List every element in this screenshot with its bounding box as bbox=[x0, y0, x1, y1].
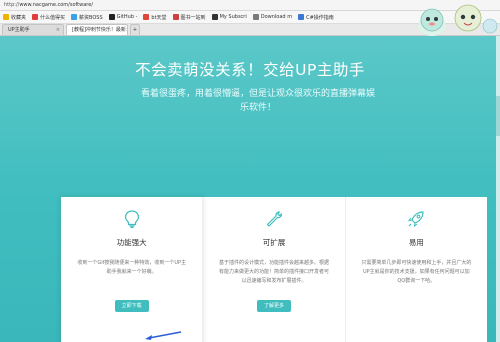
bookmark-item[interactable]: 什么值得买 bbox=[32, 14, 65, 21]
hero-subtitle: 看着很蛋疼，用着很懵逼，但是让观众很欢乐的直播弹幕娱乐软件！ bbox=[140, 89, 375, 113]
bookmark-item[interactable]: C#操作指南 bbox=[298, 14, 334, 21]
scroll-thumb[interactable] bbox=[496, 96, 500, 136]
lightbulb-icon bbox=[124, 210, 139, 229]
github-icon bbox=[108, 14, 115, 20]
feature-description: 只需要简单几步即可快速使用和上手，并且广大的UP主就是你的技术支援，如果有任何问… bbox=[361, 260, 472, 284]
bookmark-label: GitHub - bbox=[116, 14, 138, 20]
tab-label: UP主助手 bbox=[8, 27, 30, 33]
site-icon bbox=[32, 14, 39, 20]
site-icon bbox=[252, 14, 259, 20]
url-text: www.nacgame.com/software/ bbox=[19, 2, 94, 8]
bookmark-item[interactable]: bt天堂 bbox=[143, 14, 167, 21]
bookmark-label: C#操作指南 bbox=[306, 14, 334, 21]
bookmark-item[interactable]: 薪资BOSS bbox=[71, 14, 103, 21]
v-icon bbox=[211, 14, 218, 20]
hero-title: 不会卖萌没关系！交给UP主助手 bbox=[135, 61, 365, 79]
feature-card: 功能强大收到一个Gif按我随便来一种特效，收到一个UP主助手我就来一个好萌。 立即… bbox=[61, 197, 204, 342]
feature-card: 可扩展基于插件的设计模式，功能插件会越来越多。根据有能力来做更大的功能！简单的插… bbox=[203, 197, 346, 342]
wrench-icon bbox=[266, 211, 283, 227]
bookmark-item[interactable]: 收藏夹 bbox=[3, 14, 26, 21]
bookmark-label: 薪资BOSS bbox=[79, 14, 103, 21]
new-tab-button[interactable]: + bbox=[130, 24, 140, 35]
bookmark-item[interactable]: 图书一站到 bbox=[172, 14, 206, 21]
site-icon bbox=[298, 14, 305, 20]
url-prefix: http:// bbox=[4, 2, 20, 8]
feature-title: 易用 bbox=[408, 238, 424, 247]
browser-tab[interactable]: [教程]冲刺节快乐！最新× bbox=[66, 24, 128, 35]
site-icon bbox=[143, 14, 150, 20]
feature-title: 功能强大 bbox=[116, 238, 147, 247]
bookmark-label: 收藏夹 bbox=[11, 14, 27, 21]
bookmark-item[interactable]: My Subscri bbox=[211, 14, 247, 20]
mascot-illustration bbox=[418, 4, 498, 36]
feature-description: 收到一个Gif按我随便来一种特效，收到一个UP主助手我就来一个好萌。 bbox=[77, 260, 187, 275]
bookmark-item[interactable]: GitHub - bbox=[108, 14, 138, 20]
feature-title: 可扩展 bbox=[262, 238, 286, 247]
bookmark-label: 什么值得买 bbox=[40, 14, 66, 21]
hero-section: 不会卖萌没关系！交给UP主助手 看着很蛋疼，用着很懵逼，但是让观众很欢乐的直播弹… bbox=[0, 36, 500, 342]
download-button[interactable]: 立即下载 bbox=[114, 300, 149, 312]
learn-more-button[interactable]: 了解更多 bbox=[256, 300, 291, 312]
bookmark-item[interactable]: Download m bbox=[252, 14, 293, 20]
site-icon bbox=[71, 14, 78, 20]
rocket-icon bbox=[408, 211, 424, 228]
feature-description: 基于插件的设计模式，功能插件会越来越多。根据有能力来做更大的功能！简单的插件接口… bbox=[218, 260, 329, 284]
close-icon[interactable]: × bbox=[126, 25, 127, 35]
browser-tab[interactable]: UP主助手 × bbox=[2, 24, 64, 35]
bookmark-label: My Subscri bbox=[219, 14, 247, 20]
bookmark-label: bt天堂 bbox=[151, 14, 167, 21]
star-icon bbox=[3, 14, 9, 20]
feature-card: 易用只需要简单几步即可快速使用和上手，并且广大的UP主就是你的技术支援，如果有任… bbox=[346, 197, 487, 342]
bookmark-label: Download m bbox=[260, 14, 293, 20]
page-scrollbar[interactable] bbox=[496, 36, 500, 342]
tab-label: [教程]冲刺节快乐！最新 bbox=[72, 27, 126, 33]
close-icon[interactable]: × bbox=[56, 25, 60, 35]
site-icon bbox=[172, 14, 179, 20]
features-panel: 功能强大收到一个Gif按我随便来一种特效，收到一个UP主助手我就来一个好萌。 立即… bbox=[61, 197, 487, 342]
bookmark-label: 图书一站到 bbox=[180, 14, 206, 21]
